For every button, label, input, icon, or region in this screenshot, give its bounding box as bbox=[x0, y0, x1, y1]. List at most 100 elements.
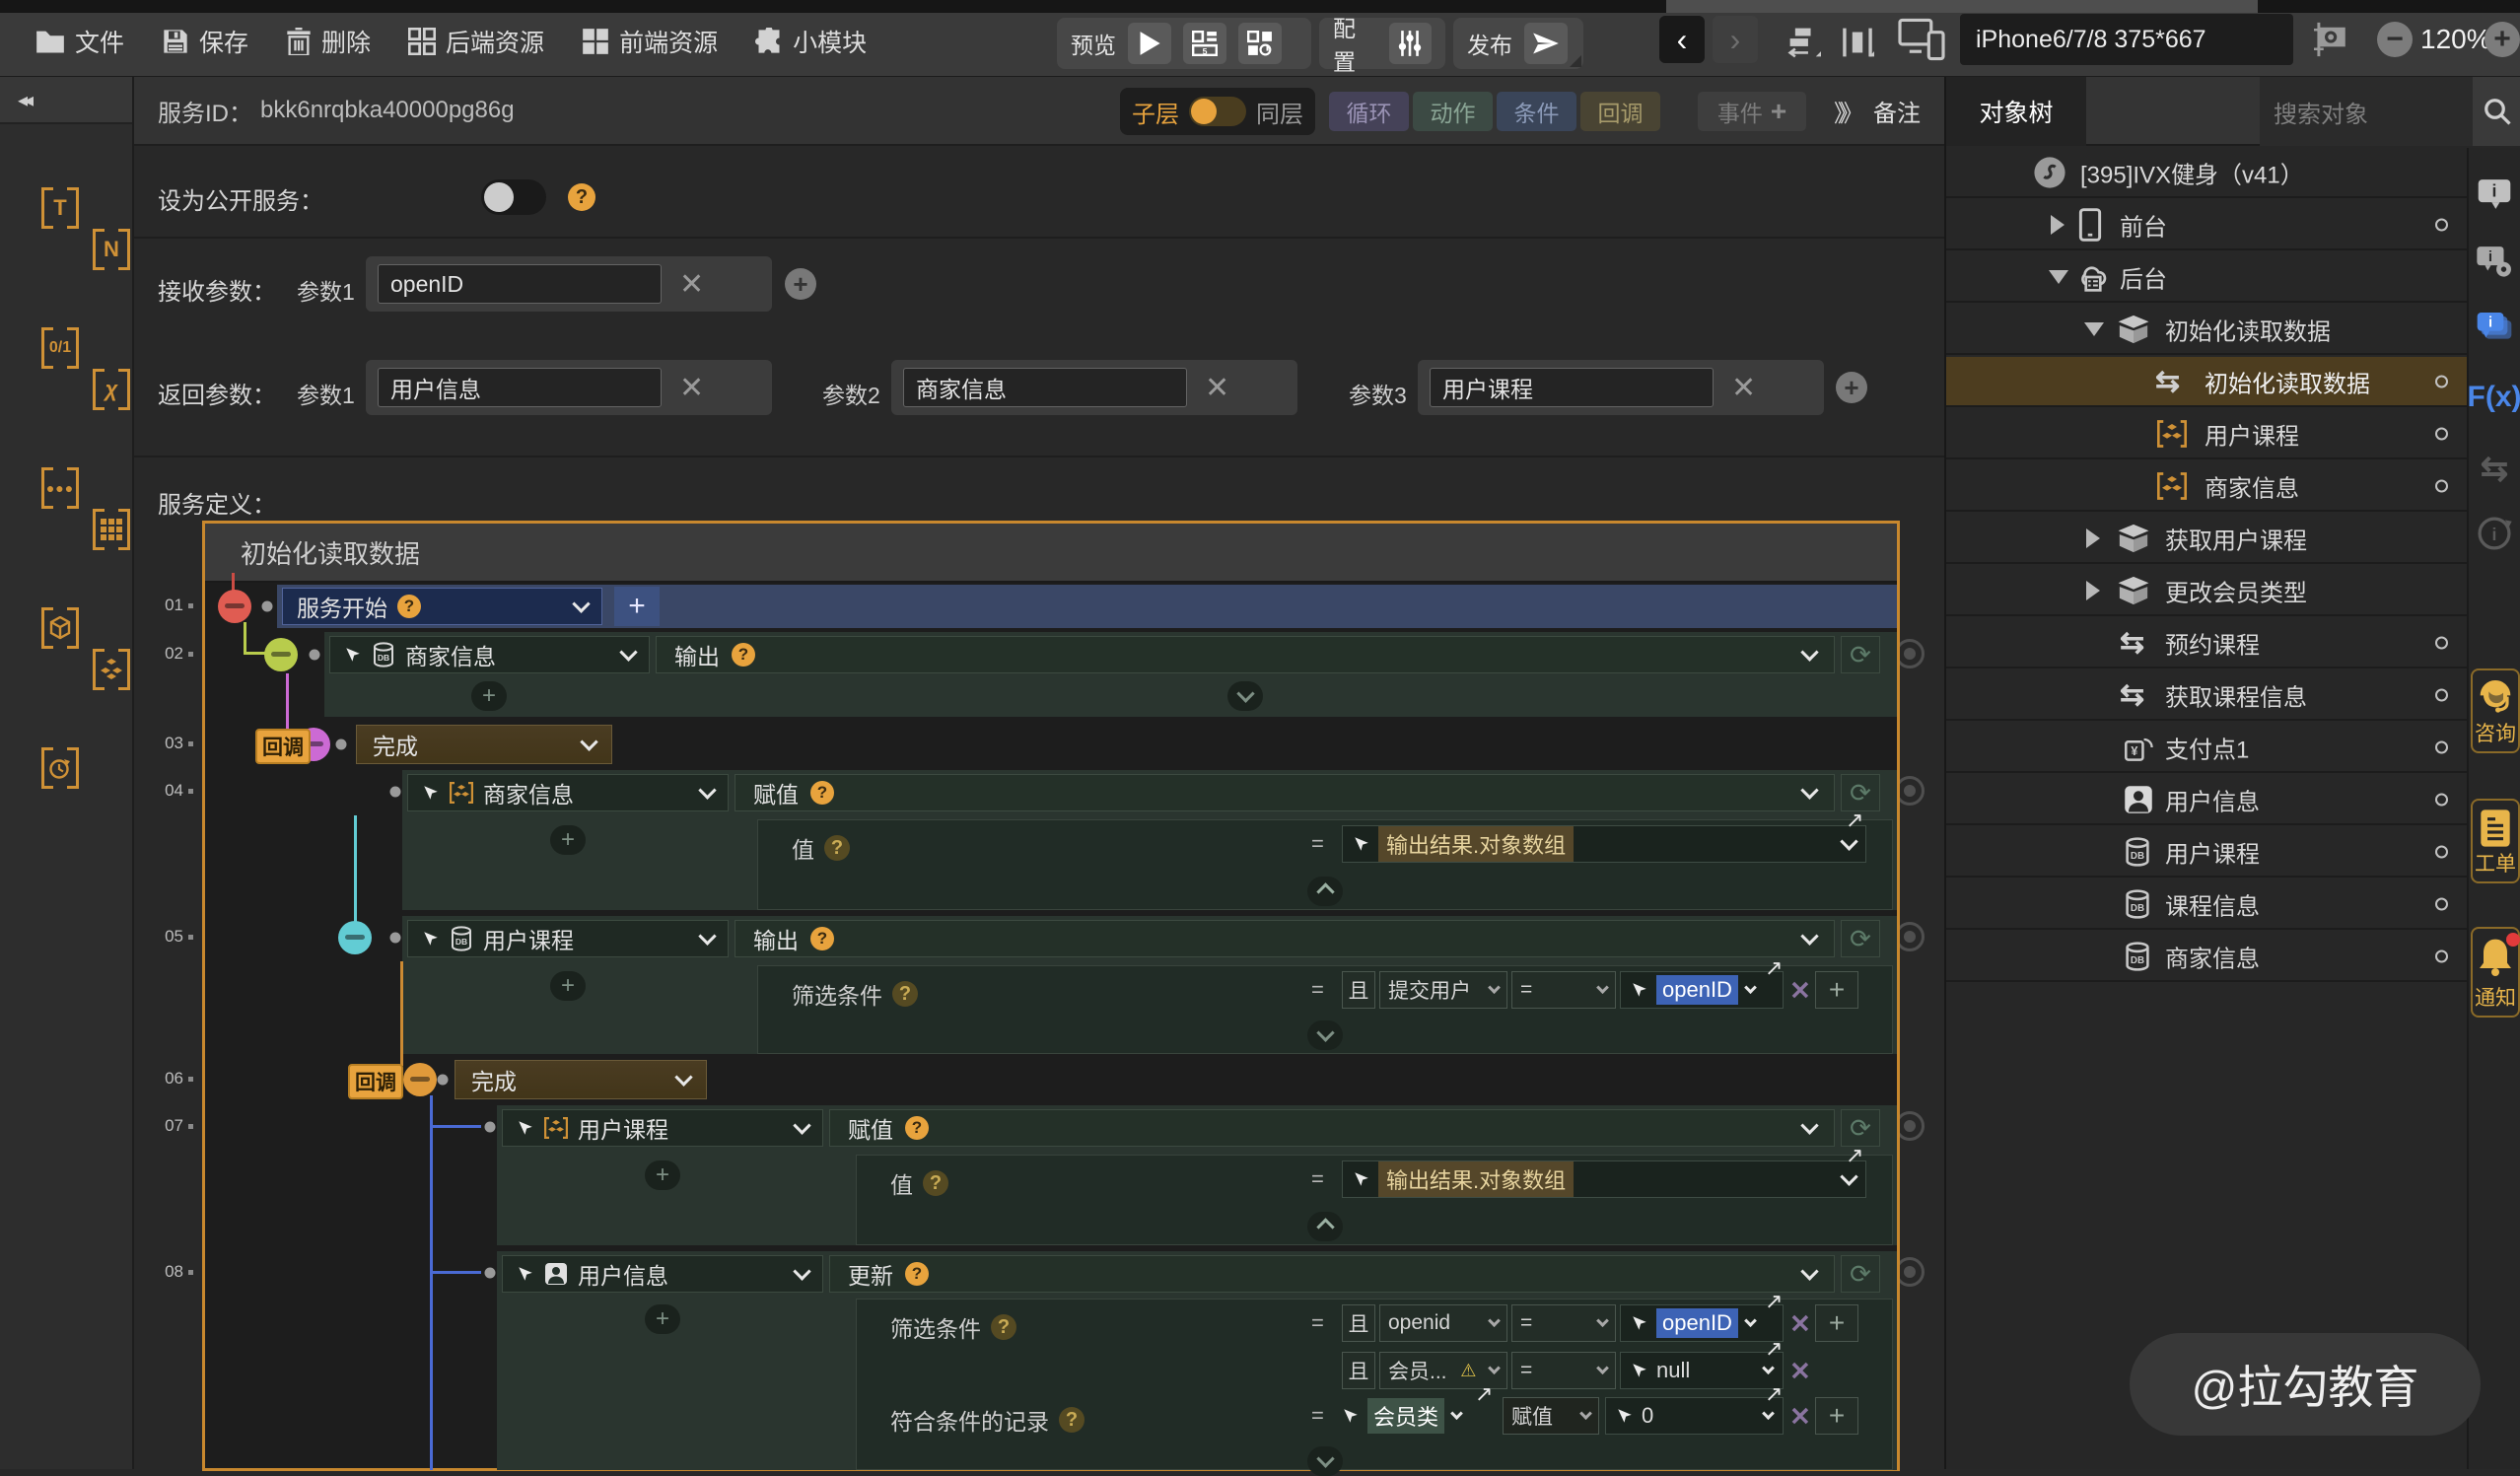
add-substep-button[interactable]: + bbox=[645, 1160, 680, 1190]
public-service-toggle[interactable] bbox=[481, 179, 546, 215]
callback-pill-button[interactable]: 回调 bbox=[1580, 92, 1660, 131]
row5-action-block[interactable]: 输出 ? bbox=[735, 920, 1835, 957]
loop-pill-button[interactable]: 循环 bbox=[1329, 92, 1409, 131]
external-link-icon[interactable]: ↗ bbox=[1765, 955, 1783, 981]
service-swap-icon[interactable]: ⇆ bbox=[2481, 450, 2509, 489]
tree-item-course-info-db[interactable]: DB 课程信息 bbox=[1946, 879, 2469, 930]
remove-param-icon[interactable]: ✕ bbox=[679, 371, 704, 405]
add-receive-param-button[interactable]: + bbox=[785, 268, 816, 300]
operator-dropdown[interactable]: = bbox=[1511, 1352, 1616, 1389]
collapse-panel-button[interactable]: ◂◂ bbox=[0, 77, 132, 124]
assign-dropdown[interactable]: 赋值 bbox=[1503, 1397, 1599, 1435]
collapse-icon[interactable] bbox=[1307, 1212, 1343, 1241]
note-button[interactable]: 备注 bbox=[1873, 94, 1921, 128]
row7-value-box[interactable]: 输出结果.对象数组 bbox=[1342, 1160, 1866, 1198]
tree-item-get-user-course[interactable]: 获取用户课程 bbox=[1946, 514, 2469, 564]
row5-target-block[interactable]: DB 用户课程 bbox=[407, 920, 729, 957]
condition-field-dropdown[interactable]: 提交用户 bbox=[1379, 971, 1507, 1009]
records-target[interactable]: 会员类 bbox=[1342, 1397, 1496, 1435]
tree-radio-icon[interactable] bbox=[2435, 793, 2448, 806]
ticket-button[interactable]: 工单 bbox=[2471, 799, 2520, 883]
row8-target-block[interactable]: 用户信息 bbox=[502, 1255, 823, 1293]
config-button[interactable] bbox=[1389, 23, 1432, 64]
variable-component-icon[interactable]: χ bbox=[93, 369, 130, 410]
tree-radio-icon[interactable] bbox=[2435, 636, 2448, 649]
forward-button[interactable]: › bbox=[1713, 16, 1758, 63]
fx-icon[interactable]: F(x) bbox=[2468, 381, 2520, 414]
refresh-icon[interactable]: ⟳ bbox=[1841, 920, 1880, 957]
tree-item-app[interactable]: [395]IVX健身（v41） bbox=[1946, 148, 2469, 198]
collapse-icon[interactable] bbox=[1307, 877, 1343, 906]
backend-resources-button[interactable]: 后端资源 bbox=[408, 24, 544, 59]
help-icon[interactable]: ? bbox=[923, 1170, 948, 1196]
consult-button[interactable]: 咨询 bbox=[2471, 668, 2520, 753]
tree-radio-icon[interactable] bbox=[2435, 949, 2448, 962]
text-component-icon[interactable]: T bbox=[41, 187, 79, 229]
comments-icon[interactable]: i bbox=[2475, 310, 2514, 347]
tree-item-get-course-info[interactable]: ⇆ 获取课程信息 bbox=[1946, 670, 2469, 721]
condition-pill-button[interactable]: 条件 bbox=[1497, 92, 1576, 131]
chevron-down-icon[interactable] bbox=[1840, 1167, 1857, 1185]
preview-play-button[interactable] bbox=[1128, 23, 1171, 64]
chevron-down-icon[interactable] bbox=[793, 1116, 810, 1134]
remove-param-icon[interactable]: ✕ bbox=[1205, 371, 1229, 405]
chevron-down-icon[interactable] bbox=[1840, 832, 1857, 850]
tree-radio-icon[interactable] bbox=[2435, 375, 2448, 387]
array-component-icon[interactable]: ●●● bbox=[41, 467, 79, 509]
collapsed-arrow-icon[interactable] bbox=[2086, 581, 2100, 600]
remove-condition-icon[interactable]: ✕ bbox=[1789, 1357, 1811, 1387]
boolean-component-icon[interactable]: 0/1 bbox=[41, 327, 79, 369]
file-menu[interactable]: 文件 bbox=[35, 24, 124, 59]
refresh-icon[interactable]: ⟳ bbox=[1841, 774, 1880, 811]
tree-radio-icon[interactable] bbox=[2435, 897, 2448, 910]
search-input[interactable]: 搜索对象 bbox=[2260, 77, 2473, 146]
frontend-resources-button[interactable]: 前端资源 bbox=[582, 24, 718, 59]
external-link-icon[interactable]: ↗ bbox=[1765, 1336, 1783, 1362]
return-param3-input[interactable]: 用户课程 bbox=[1430, 368, 1714, 407]
back-button[interactable]: ‹ bbox=[1659, 16, 1705, 63]
preview-source-button[interactable] bbox=[1238, 23, 1282, 64]
add-condition-button[interactable]: + bbox=[1815, 1304, 1858, 1342]
tree-item-user-course-array[interactable]: 用户课程 bbox=[1946, 409, 2469, 459]
tree-item-book-course[interactable]: ⇆ 预约课程 bbox=[1946, 618, 2469, 668]
chevron-down-icon[interactable] bbox=[793, 1262, 810, 1280]
tree-item-service-group[interactable]: 初始化读取数据 bbox=[1946, 305, 2469, 355]
collapsed-arrow-icon[interactable] bbox=[2051, 215, 2065, 235]
chevron-down-icon[interactable] bbox=[619, 643, 637, 661]
add-condition-button[interactable]: + bbox=[1815, 971, 1858, 1009]
chevron-down-icon[interactable] bbox=[580, 733, 597, 750]
preview-h5-button[interactable]: 5 bbox=[1183, 23, 1226, 64]
expand-icon[interactable] bbox=[1227, 681, 1263, 711]
remove-condition-icon[interactable]: ✕ bbox=[1789, 1309, 1811, 1340]
expand-icon[interactable] bbox=[1307, 1446, 1343, 1476]
help-icon[interactable]: ? bbox=[905, 1116, 929, 1140]
chevron-down-icon[interactable] bbox=[572, 595, 590, 612]
save-button[interactable]: 保存 bbox=[162, 24, 248, 59]
help-icon[interactable]: ? bbox=[397, 595, 421, 618]
split-tool-icon[interactable] bbox=[1841, 26, 1874, 59]
tree-item-pay-point[interactable]: ¥ 支付点1 bbox=[1946, 723, 2469, 773]
tab-object-tree[interactable]: 对象树 bbox=[1946, 77, 2086, 146]
tree-item-merchant-info-db[interactable]: DB 商家信息 bbox=[1946, 932, 2469, 982]
chevron-down-icon[interactable] bbox=[1800, 781, 1818, 799]
help-icon[interactable]: ? bbox=[732, 643, 755, 667]
callback-done-block[interactable]: 完成 bbox=[455, 1060, 707, 1099]
callback-done-block[interactable]: 完成 bbox=[356, 725, 612, 764]
remove-condition-icon[interactable]: ✕ bbox=[1789, 1402, 1811, 1433]
help-icon[interactable]: ? bbox=[810, 781, 834, 805]
object-component-icon[interactable] bbox=[41, 607, 79, 649]
help-icon[interactable]: ? bbox=[824, 835, 850, 861]
chevron-down-icon[interactable] bbox=[1800, 643, 1818, 661]
expand-icon[interactable] bbox=[1307, 1020, 1343, 1050]
info-bubble-icon[interactable]: i bbox=[2476, 176, 2513, 213]
chevron-down-icon[interactable] bbox=[698, 781, 716, 799]
tree-item-user-course-db[interactable]: DB 用户课程 bbox=[1946, 827, 2469, 878]
operator-dropdown[interactable]: = bbox=[1511, 1304, 1616, 1342]
tree-radio-icon[interactable] bbox=[2435, 427, 2448, 440]
receive-param1-input[interactable]: openID bbox=[378, 264, 662, 304]
add-substep-button[interactable]: + bbox=[471, 681, 507, 711]
chevron-down-icon[interactable] bbox=[1762, 1362, 1775, 1374]
refresh-icon[interactable]: ⟳ bbox=[1841, 1255, 1880, 1293]
condition-value-box[interactable]: null bbox=[1620, 1352, 1784, 1389]
module-button[interactable]: 小模块 bbox=[755, 24, 867, 59]
